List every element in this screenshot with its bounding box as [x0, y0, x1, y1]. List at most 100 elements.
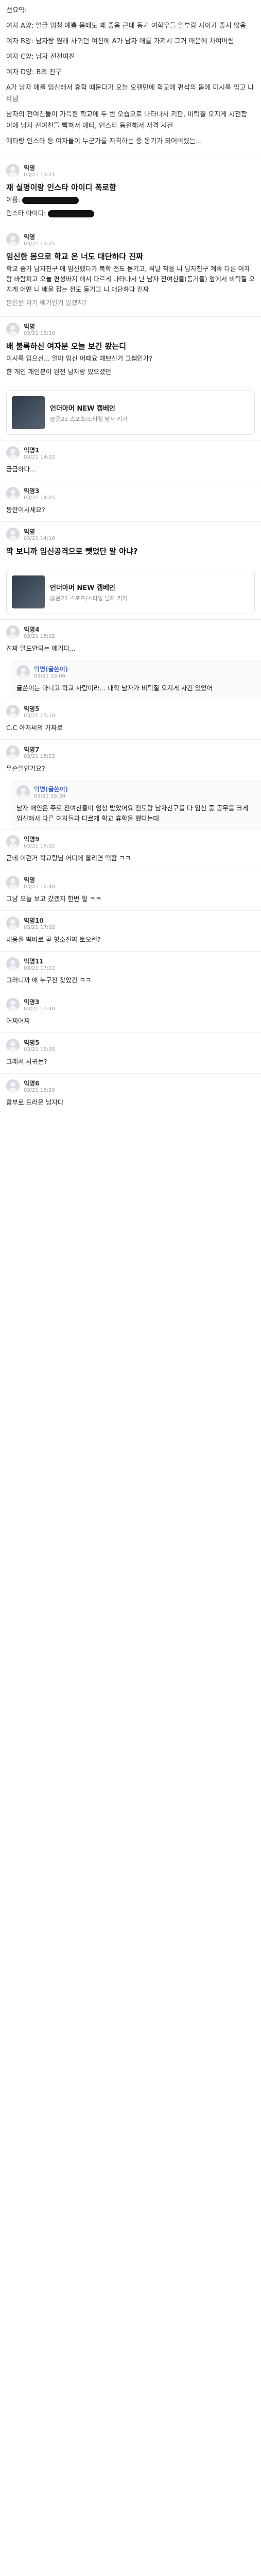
post-title: 재 실명이랑 인스타 아이디 폭로함: [6, 183, 117, 192]
avatar: [16, 785, 30, 799]
comment-body: 그러니까 애 누구진 찾았긴 ㅋㅋ: [6, 976, 92, 984]
timestamp: 03/21 13:21: [24, 172, 55, 178]
timestamp: 03/21 15:10: [24, 713, 55, 719]
post[interactable]: 익명 03/21 13:21 재 실명이랑 인스타 아이디 폭로함 이름: 인스…: [0, 158, 261, 227]
comment-body: 그냥 오늘 보고 갔겠지 한번 헐 ㅋㅋ: [6, 895, 101, 903]
avatar: [6, 528, 20, 541]
comment-title: 딱 보니까 임신공격으로 뺏었단 말 아냐?: [6, 547, 138, 556]
author-name: 익명3: [24, 998, 40, 1006]
post[interactable]: 익명 03/21 13:30 배 불룩하신 여자분 오늘 보긴 봤는디 미시룩 …: [0, 316, 261, 385]
timestamp: 03/21 18:05: [24, 1047, 55, 1053]
comment[interactable]: 익명7 03/21 15:22 무슨일인거요?: [0, 739, 261, 780]
comment[interactable]: 익명3 03/21 14:05 동란이시세요?: [0, 481, 261, 521]
author-name: 익명10: [24, 917, 44, 924]
comment[interactable]: 익명9 03/21 16:02 근데 이런거 학교랑님 어디에 올리면 떡함 ㅋㅋ: [0, 829, 261, 870]
op-reply[interactable]: 익명(글쓴이) 03/21 15:30 남자 애인은 주로 전여친들이 엄청 받았어…: [11, 780, 261, 829]
ad-subtitle: @윤21 스포츠/스타일 남자 키가: [50, 415, 128, 422]
comment[interactable]: 익명1 03/21 14:02 궁금하다...: [0, 440, 261, 481]
page: 선요약: 여자 A양: 얼굴 엄청 예쁨 몸매도 꽤 좋음 근데 동기 여학우들…: [0, 0, 261, 1114]
comment[interactable]: 익명6 03/21 18:20 함부로 드러운 남자다: [0, 1073, 261, 1114]
comment-body: 남자 애인은 주로 전여친들이 엄청 받았어요 전도랑 남자친구를 다 임신 중…: [16, 804, 249, 822]
post-line: 한 개인 개인분이 완전 남자랑 있으셨던: [6, 368, 111, 376]
intro-line: A가 남자 애를 임신해서 휴학 때문다가 오늘 오랜만에 학교에 편삭의 몸에…: [6, 84, 254, 103]
comment-body: 동란이시세요?: [6, 506, 45, 514]
avatar: [6, 745, 20, 759]
post-line: 미시룩 입으신... 얼마 임신 어때요 예쁘신거 그쌤인가?: [6, 354, 152, 362]
comment-body: 함부로 드러운 남자다: [6, 1098, 64, 1106]
post-line: 학교 좀가 남자친구 애 임신했다가 복학 전도 듣기고, 직날 착을 니 남자…: [6, 265, 255, 293]
comment[interactable]: 익명11 03/21 17:22 그러니까 애 누구진 찾았긴 ㅋㅋ: [0, 951, 261, 992]
avatar: [6, 917, 20, 930]
avatar: [6, 876, 20, 889]
timestamp: 03/21 13:30: [24, 331, 55, 336]
comment-body: 진짜 말도안되는 애기다...: [6, 645, 76, 652]
post-title: 배 불룩하신 여자분 오늘 보긴 봤는디: [6, 342, 127, 351]
avatar: [6, 625, 20, 639]
redaction: [22, 196, 79, 204]
comment[interactable]: 익명10 03/21 17:02 내용을 떡바로 곧 항소진짜 토오런?: [0, 910, 261, 951]
timestamp: 03/21 16:02: [24, 843, 55, 849]
author-name: 익명1: [24, 447, 40, 454]
avatar: [16, 665, 30, 679]
avatar: [6, 957, 20, 971]
timestamp: 03/21 18:20: [24, 1088, 55, 1093]
post-line: 인스타 아이디:: [6, 209, 48, 217]
ad-title: 언더아머 NEW 캡베인: [50, 584, 115, 592]
author-name: 익명(글쓴이): [34, 786, 68, 793]
intro-summary: 선요약: 여자 A양: 얼굴 엄청 예쁨 몸매도 꽤 좋음 근데 동기 여학우들…: [0, 0, 261, 158]
ad-banner[interactable]: 언더아머 NEW 캡베인 @윤21 스포츠/스타일 남자 키가: [6, 391, 255, 435]
timestamp: 03/21 14:05: [24, 495, 55, 501]
author-name: 익명7: [24, 746, 40, 753]
op-reply[interactable]: 익명(글쓴이) 03/21 15:06 글쓴이는 아니고 학교 사람이라... 대학…: [11, 660, 261, 699]
comment-body: 어찌어찌: [6, 1017, 30, 1025]
post[interactable]: 익명 03/21 13:25 임신한 몸으로 학교 온 너도 대단하다 진짜 학…: [0, 227, 261, 316]
avatar: [6, 705, 20, 718]
author-name: 익명: [24, 164, 36, 172]
intro-line: 선요약:: [6, 7, 27, 14]
timestamp: 03/21 15:06: [34, 673, 65, 679]
comment[interactable]: 익명 03/21 16:40 그냥 오늘 보고 갔겠지 한번 헐 ㅋㅋ: [0, 870, 261, 910]
comment-body: 글쓴이는 아니고 학교 사람이라... 대학 남자가 비틱질 오지게 사건 있었…: [16, 684, 213, 692]
author-name: 익명: [24, 323, 36, 330]
author-name: 익명6: [24, 1080, 40, 1087]
avatar: [6, 446, 20, 460]
author-name: 익명: [24, 233, 36, 241]
comment-thread: 익명4 03/21 15:02 진짜 말도안되는 애기다... 익명(글쓴이) 03/2…: [0, 619, 261, 1114]
author-name: 익명5: [24, 1039, 40, 1046]
intro-line: 에타랑 인스타 등 여자들이 누군가를 저격하는 중 동기가 되어버렸는...: [6, 138, 202, 145]
comment[interactable]: 익명5 03/21 15:10 C.C 아저씨의 가짜로: [0, 699, 261, 739]
timestamp: 03/21 17:02: [24, 925, 55, 930]
intro-line: 여자 A양: 얼굴 엄청 예쁨 몸매도 꽤 좋음 근데 동기 여학우들 일부랑 …: [6, 22, 246, 30]
timestamp: 03/21 14:10: [24, 536, 55, 541]
avatar: [6, 323, 20, 336]
comment[interactable]: 익명 03/21 14:10 딱 보니까 임신공격으로 뺏었단 말 아냐?: [0, 521, 261, 565]
author-name: 익명9: [24, 836, 40, 843]
intro-line: 여자 B양: 남자랑 원래 사귀던 여친에 A가 남자 애를 가져서 그거 때문…: [6, 38, 234, 45]
intro-line: 여자 D양: B의 친구: [6, 69, 62, 76]
author-name: 익명(글쓴이): [34, 666, 68, 673]
ad-thumbnail: [12, 575, 45, 608]
intro-line: 여자 C양: 남자 전전여친: [6, 53, 75, 61]
author-name: 익명3: [24, 487, 40, 495]
comment[interactable]: 익명4 03/21 15:02 진짜 말도안되는 애기다...: [0, 619, 261, 660]
timestamp: 03/21 17:40: [24, 1006, 55, 1012]
avatar: [6, 164, 20, 177]
avatar: [6, 1079, 20, 1093]
author-name: 익명11: [24, 958, 44, 965]
author-name: 익명: [24, 528, 36, 535]
timestamp: 03/21 16:40: [24, 884, 55, 890]
avatar: [6, 487, 20, 500]
ad-banner[interactable]: 언더아머 NEW 캡베인 @윤21 스포츠/스타일 남자 키가: [6, 570, 255, 614]
timestamp: 03/21 15:02: [24, 634, 55, 639]
author-name: 익명5: [24, 705, 40, 713]
timestamp: 03/21 17:22: [24, 965, 55, 971]
comment[interactable]: 익명3 03/21 17:40 어찌어찌: [0, 992, 261, 1032]
comment-body: 근데 이런거 학교랑님 어디에 올리면 떡함 ㅋㅋ: [6, 854, 131, 862]
author-name: 익명4: [24, 626, 40, 633]
comment[interactable]: 익명5 03/21 18:05 그래서 사귀는?: [0, 1032, 261, 1073]
timestamp: 03/21 15:22: [24, 754, 55, 759]
ad-title: 언더아머 NEW 캡베인: [50, 404, 115, 413]
post-title: 임신한 몸으로 학교 온 너도 대단하다 진짜: [6, 252, 143, 261]
timestamp: 03/21 13:25: [24, 241, 55, 247]
ad-thumbnail: [12, 396, 45, 429]
